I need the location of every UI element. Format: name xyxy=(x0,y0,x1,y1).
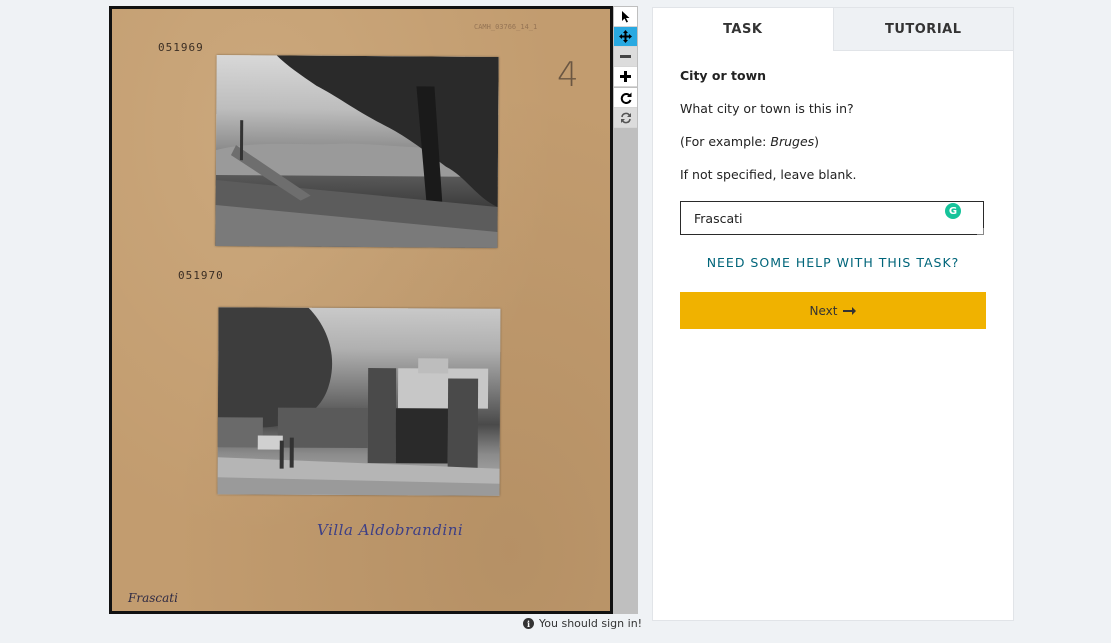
zoom-out-icon xyxy=(620,55,631,58)
info-icon: i xyxy=(523,618,534,629)
rotate-icon xyxy=(620,92,631,104)
subject-viewer[interactable]: CAMH_03766_14_1 051969 4 051970 Villa Al… xyxy=(109,6,613,614)
signin-notice: i You should sign in! xyxy=(523,617,642,630)
zoom-in-icon xyxy=(620,71,631,82)
task-panel: TASK TUTORIAL City or town What city or … xyxy=(652,7,1014,621)
move-tool-button[interactable] xyxy=(614,27,637,47)
corner-code: CAMH_03766_14_1 xyxy=(474,23,538,31)
pointer-tool-button[interactable] xyxy=(614,7,637,27)
photo-top xyxy=(215,55,499,248)
pencil-number: 4 xyxy=(557,55,579,95)
example-prefix: (For example: xyxy=(680,134,771,149)
arrow-right-icon xyxy=(843,306,857,315)
panel-tabs: TASK TUTORIAL xyxy=(653,8,1013,51)
viewer-toolbar xyxy=(613,6,638,614)
example-suffix: ) xyxy=(814,134,820,149)
reset-icon xyxy=(620,112,631,123)
tab-task[interactable]: TASK xyxy=(653,8,833,51)
pointer-icon xyxy=(621,11,629,23)
question-example: (For example: Bruges) xyxy=(680,134,986,149)
reset-button[interactable] xyxy=(614,108,637,128)
zoom-out-button[interactable] xyxy=(614,47,637,67)
photo-bottom xyxy=(217,307,501,496)
grammarly-icon[interactable]: G xyxy=(945,203,961,219)
rotate-button[interactable] xyxy=(614,88,637,108)
handwritten-location: Frascati xyxy=(128,591,178,605)
task-question: City or town What city or town is this i… xyxy=(680,68,986,200)
example-value: Bruges xyxy=(770,134,815,149)
stamp-mid: 051970 xyxy=(178,269,224,282)
answer-textarea[interactable]: Frascati xyxy=(680,201,984,235)
stamp-top: 051969 xyxy=(158,41,204,54)
question-instruction: If not specified, leave blank. xyxy=(680,167,857,182)
tab-tutorial[interactable]: TUTORIAL xyxy=(832,8,1013,51)
question-text: What city or town is this in? xyxy=(680,101,854,116)
help-link[interactable]: NEED SOME HELP WITH THIS TASK? xyxy=(680,255,986,270)
resize-grip-icon[interactable] xyxy=(977,228,984,235)
signin-text: You should sign in! xyxy=(539,617,643,630)
handwritten-caption: Villa Aldobrandini xyxy=(317,521,464,539)
next-button[interactable]: Next xyxy=(680,292,986,329)
zoom-in-button[interactable] xyxy=(614,67,637,87)
archive-card: CAMH_03766_14_1 051969 4 051970 Villa Al… xyxy=(112,9,610,611)
move-icon xyxy=(619,30,632,43)
question-title: City or town xyxy=(680,68,767,83)
next-label: Next xyxy=(809,303,838,318)
